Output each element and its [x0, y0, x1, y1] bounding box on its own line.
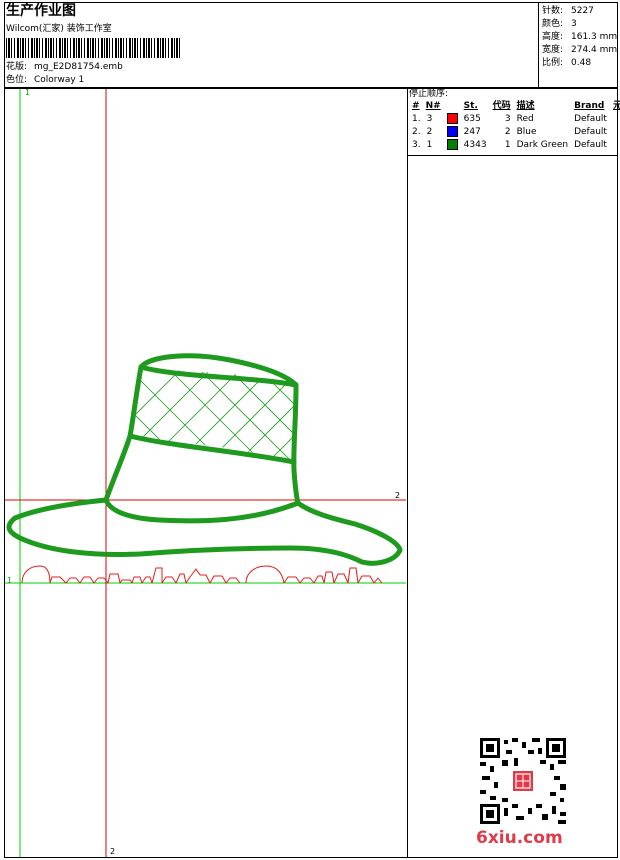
guide-label-red-v: 2 — [110, 847, 116, 856]
qr-code — [480, 738, 566, 824]
guide-label-green-v: 1 — [25, 88, 31, 97]
hat-outline — [6, 353, 403, 566]
design-canvas — [5, 89, 406, 857]
guide-label-green-h: 1 — [7, 576, 13, 585]
red-lettering — [21, 565, 383, 584]
guide-label-red-h: 2 — [395, 491, 401, 500]
site-watermark: 6xiu.com — [476, 828, 563, 848]
